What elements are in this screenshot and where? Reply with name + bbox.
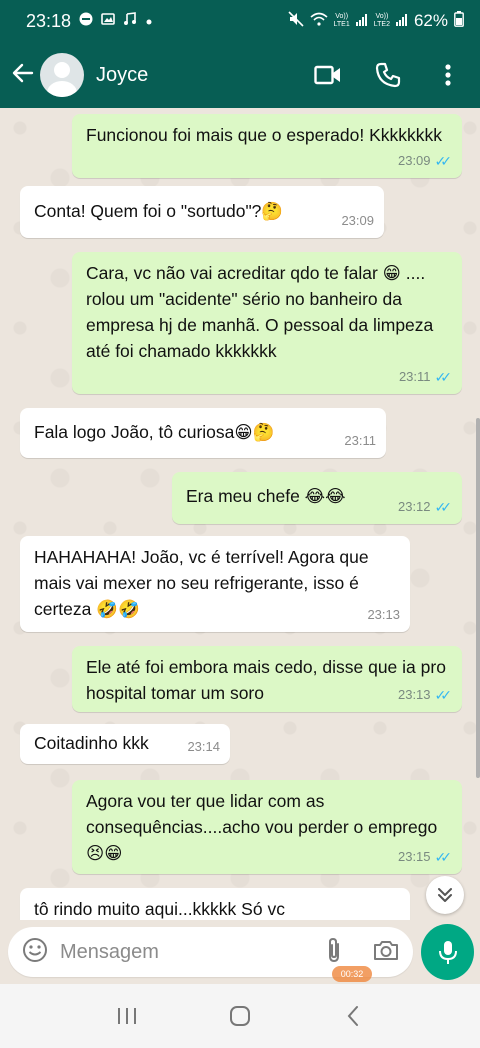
message-meta: 23:09 ✓✓: [398, 148, 452, 174]
message-text: Agora vou ter que lidar com as consequên…: [86, 791, 438, 863]
message-meta: 23:11: [344, 428, 376, 454]
message-time: 23:15: [397, 849, 431, 864]
message-time: 23:11: [344, 433, 376, 448]
message-bubble[interactable]: Fala logo João, tô curiosa😁🤔 23:11: [20, 408, 386, 458]
phone-icon[interactable]: [374, 61, 402, 89]
status-left: 23:18: [26, 11, 153, 32]
message-time: 23:12: [397, 499, 431, 514]
message-meta: 23:09: [341, 208, 374, 234]
message-meta: 23:13 ✓✓: [398, 682, 452, 708]
message-time: 23:14: [187, 739, 220, 754]
system-nav-bar: [0, 984, 480, 1048]
battery-icon: [454, 10, 464, 32]
message-time: 23:13: [367, 607, 400, 622]
back-nav-icon[interactable]: [333, 996, 373, 1036]
chat-header: Joyce: [0, 42, 480, 108]
message-meta: 23:13: [367, 602, 400, 628]
read-ticks-icon: ✓✓: [434, 849, 453, 865]
scroll-to-bottom-button[interactable]: [426, 876, 464, 914]
message-bubble[interactable]: Ele até foi embora mais cedo, disse que …: [72, 646, 462, 712]
message-time: 23:09: [341, 213, 374, 228]
emoji-icon[interactable]: [22, 937, 48, 968]
message-bubble[interactable]: Era meu chefe 😂😂 23:12 ✓✓: [172, 472, 462, 524]
read-ticks-icon: ✓✓: [434, 499, 453, 515]
image-icon: [101, 11, 115, 31]
chat-area[interactable]: Funcionou foi mais que o esperado! Kkkkk…: [0, 108, 480, 928]
signal-2-icon: [395, 11, 408, 31]
message-bubble[interactable]: Conta! Quem foi o "sortudo"?🤔 23:09: [20, 186, 384, 238]
read-ticks-icon: ✓✓: [434, 369, 453, 385]
message-bubble[interactable]: HAHAHAHA! João, vc é terrível! Agora que…: [20, 536, 410, 632]
message-meta: 23:15 ✓✓: [398, 844, 452, 870]
message-time: 23:11: [398, 369, 431, 384]
read-ticks-icon: ✓✓: [434, 153, 453, 169]
avatar[interactable]: [40, 53, 84, 97]
video-call-icon[interactable]: [314, 61, 342, 89]
signal-1-icon: [355, 11, 368, 31]
read-ticks-icon: ✓✓: [434, 687, 453, 703]
back-arrow-icon[interactable]: [10, 60, 36, 90]
attach-icon[interactable]: [325, 937, 343, 968]
mic-button[interactable]: [421, 924, 474, 980]
top-bar: 23:18 Vo)) LTE1 Vo)) LTE2 62% Joyce: [0, 0, 480, 108]
input-actions: [325, 937, 399, 968]
home-icon[interactable]: [220, 996, 260, 1036]
mic-icon: [438, 941, 457, 964]
dnd-icon: [79, 11, 93, 31]
message-meta: 23:12 ✓✓: [398, 494, 452, 520]
message-bubble[interactable]: Agora vou ter que lidar com as consequên…: [72, 780, 462, 874]
message-text: tô rindo muito aqui...kkkkk Só vc: [34, 899, 285, 919]
message-text: Fala logo João, tô curiosa😁🤔: [34, 422, 275, 442]
message-text: Conta! Quem foi o "sortudo"?🤔: [34, 201, 284, 221]
more-vert-icon[interactable]: [434, 61, 462, 89]
message-time: 23:13: [397, 687, 431, 702]
network-2-label: Vo)) LTE2: [373, 13, 390, 28]
status-right: Vo)) LTE1 Vo)) LTE2 62%: [287, 10, 464, 32]
message-bubble[interactable]: Cara, vc não vai acreditar qdo te falar …: [72, 252, 462, 394]
recording-indicator: 00:32: [332, 966, 372, 982]
message-meta: 23:11 ✓✓: [399, 364, 452, 390]
status-bar: 23:18 Vo)) LTE1 Vo)) LTE2 62%: [0, 0, 480, 42]
double-chevron-down-icon: [438, 888, 452, 902]
message-time: 23:09: [397, 153, 431, 168]
battery-percent: 62%: [413, 11, 448, 30]
message-input[interactable]: [60, 940, 325, 964]
scrollbar[interactable]: [476, 418, 480, 778]
message-text: HAHAHAHA! João, vc é terrível! Agora que…: [34, 547, 369, 619]
mute-icon: [287, 10, 304, 32]
network-1-label: Vo)) LTE1: [333, 13, 350, 28]
recent-apps-icon[interactable]: [107, 996, 147, 1036]
avatar-head: [54, 62, 70, 78]
message-meta: 23:14: [187, 734, 220, 760]
wifi-icon: [310, 11, 328, 31]
message-text: Funcionou foi mais que o esperado! Kkkkk…: [86, 125, 443, 145]
notification-dot-icon: [145, 11, 153, 31]
music-icon: [123, 11, 137, 31]
contact-name[interactable]: Joyce: [96, 64, 148, 87]
header-actions: [314, 61, 470, 89]
compose-bar: [0, 920, 480, 984]
message-bubble[interactable]: Funcionou foi mais que o esperado! Kkkkk…: [72, 114, 462, 178]
camera-icon[interactable]: [373, 939, 399, 966]
message-bubble[interactable]: Coitadinho kkk 23:14: [20, 724, 230, 764]
avatar-body: [47, 81, 77, 97]
status-time: 23:18: [26, 10, 72, 31]
message-text: Cara, vc não vai acreditar qdo te falar …: [86, 263, 434, 361]
message-text: Ele até foi embora mais cedo, disse que …: [86, 657, 446, 703]
